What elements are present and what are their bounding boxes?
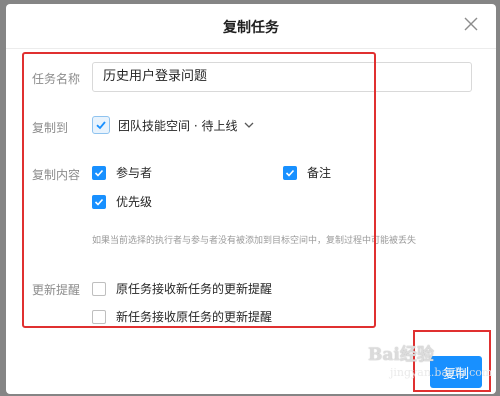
checkbox-original-receives-updates[interactable]: 原任务接收新任务的更新提醒 [92, 280, 272, 297]
copy-content-hint: 如果当前选择的执行者与参与者没有被添加到目标空间中，复制过程中可能被丢失 [92, 236, 417, 246]
close-button[interactable] [461, 14, 481, 34]
copy-content-label: 复制内容 [32, 168, 81, 182]
copy-task-dialog: 复制任务 任务名称 历史用户登录问题 复制到 团队技能空间 · 待上线 复制内容… [6, 4, 496, 394]
checkbox-label: 备注 [307, 166, 332, 180]
copy-to-label: 复制到 [32, 121, 69, 135]
close-icon [464, 17, 478, 31]
checkbox-label: 新任务接收原任务的更新提醒 [116, 310, 273, 324]
checkbox-box [92, 309, 106, 324]
space-icon [92, 116, 110, 134]
dialog-header: 复制任务 [6, 4, 496, 49]
dialog-title: 复制任务 [223, 20, 279, 36]
chevron-down-icon [244, 122, 254, 128]
checkbox-label: 参与者 [116, 166, 153, 180]
destination-select[interactable]: 团队技能空间 · 待上线 [92, 115, 255, 135]
check-icon [92, 194, 106, 209]
check-icon [92, 165, 106, 180]
check-icon [283, 165, 297, 180]
copy-confirm-button[interactable]: 复制 [430, 356, 482, 388]
destination-value: 团队技能空间 · 待上线 [118, 118, 238, 133]
checkbox-participants[interactable]: 参与者 [92, 164, 152, 181]
checkbox-label: 优先级 [116, 195, 153, 209]
checkbox-new-receives-updates[interactable]: 新任务接收原任务的更新提醒 [92, 308, 272, 325]
checkbox-priority[interactable]: 优先级 [92, 193, 152, 210]
checkbox-box [92, 281, 106, 296]
task-name-input[interactable]: 历史用户登录问题 [92, 62, 472, 92]
update-reminder-label: 更新提醒 [32, 283, 81, 297]
task-name-label: 任务名称 [32, 72, 81, 86]
checkbox-label: 原任务接收新任务的更新提醒 [116, 282, 273, 296]
checkbox-notes[interactable]: 备注 [283, 164, 331, 181]
